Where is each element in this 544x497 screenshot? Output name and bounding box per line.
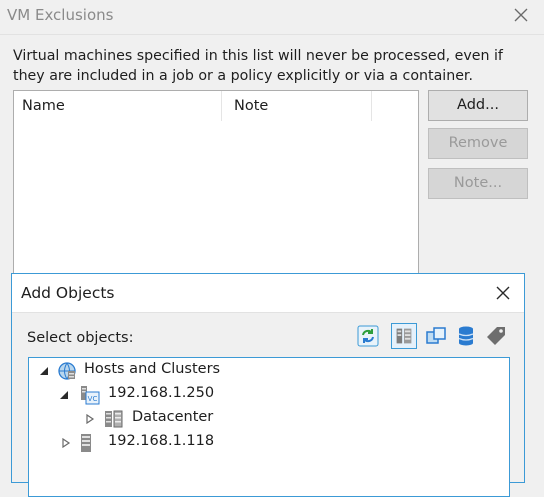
add-button[interactable]: Add...: [428, 90, 528, 121]
refresh-icon[interactable]: [355, 323, 381, 349]
description-text: Virtual machines specified in this list …: [13, 48, 503, 84]
select-objects-label: Select objects:: [27, 330, 134, 346]
tree-node-label: Datacenter: [132, 409, 214, 425]
tags-view-icon[interactable]: [483, 323, 509, 349]
window-title: VM Exclusions: [7, 6, 114, 24]
datastores-view-icon[interactable]: [453, 323, 479, 349]
column-divider[interactable]: [371, 91, 372, 121]
title-divider: [0, 34, 544, 35]
tree-node-label: 192.168.1.118: [108, 433, 215, 449]
add-objects-dialog: Add Objects Select objects: Hosts and Cl…: [11, 273, 525, 497]
column-header-name[interactable]: Name: [22, 91, 65, 121]
collapsed-arrow-icon[interactable]: [61, 438, 71, 448]
tree-node-datacenter[interactable]: Datacenter: [29, 408, 509, 430]
add-objects-header: Add Objects: [12, 274, 524, 313]
column-divider[interactable]: [221, 91, 222, 121]
close-icon[interactable]: [512, 6, 530, 24]
objects-tree[interactable]: Hosts and Clusters VC 192.168.1.250 Data…: [28, 357, 510, 497]
svg-text:VC: VC: [88, 395, 98, 403]
tree-node-hosts-and-clusters[interactable]: Hosts and Clusters: [29, 360, 509, 382]
tree-node-vcenter[interactable]: VC 192.168.1.250: [29, 384, 509, 406]
tree-node-label: Hosts and Clusters: [84, 361, 221, 377]
expanded-arrow-icon[interactable]: [59, 390, 69, 400]
vms-and-templates-view-icon[interactable]: [423, 323, 449, 349]
host-server-icon: [81, 434, 91, 452]
hosts-and-clusters-view-icon[interactable]: [391, 323, 417, 349]
close-icon[interactable]: [495, 285, 511, 301]
add-objects-title: Add Objects: [21, 284, 115, 302]
exclusions-list[interactable]: Name Note: [13, 90, 419, 290]
note-button[interactable]: Note...: [428, 168, 528, 199]
expanded-arrow-icon[interactable]: [39, 366, 49, 376]
collapsed-arrow-icon[interactable]: [85, 414, 95, 424]
tree-node-label: 192.168.1.250: [108, 385, 215, 401]
globe-icon: [58, 362, 76, 380]
datacenter-icon: [105, 410, 123, 428]
vcenter-icon: VC: [81, 386, 100, 405]
tree-node-host[interactable]: 192.168.1.118: [29, 432, 509, 454]
column-header-note[interactable]: Note: [234, 91, 268, 121]
remove-button[interactable]: Remove: [428, 128, 528, 159]
